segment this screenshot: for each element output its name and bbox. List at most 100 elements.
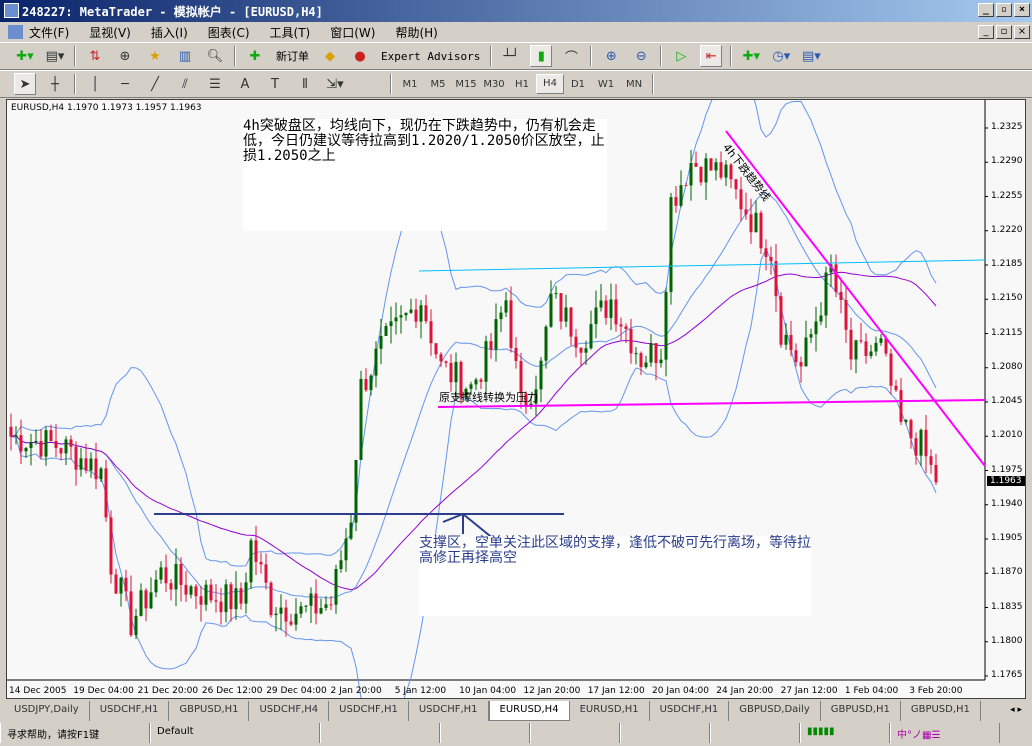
candle-body (74, 446, 78, 470)
chart-shift-icon[interactable]: ⇤ (700, 45, 723, 67)
bar-chart-icon[interactable]: ┴┘ (500, 45, 522, 67)
equidistant-channel-icon[interactable]: ⫽ (174, 73, 196, 95)
candle-body (904, 420, 908, 422)
candle-body (214, 600, 218, 602)
chart-tab[interactable]: USDCHF,H1 (650, 701, 730, 721)
expert-advisors-icon[interactable]: ● (349, 45, 371, 67)
menu-insert[interactable]: 插入(I) (151, 24, 188, 41)
warning-icon[interactable]: ◆ (319, 45, 341, 67)
line-chart-icon[interactable]: ⌒ (560, 45, 582, 67)
chart-window[interactable]: EURUSD,H4 1.1970 1.1973 1.1957 1.1963 4h… (6, 99, 1026, 699)
text-label-icon[interactable]: T (264, 73, 286, 95)
profiles-icon[interactable]: ▤▾ (44, 45, 66, 67)
candle-body (784, 334, 788, 345)
candle-body (724, 164, 728, 178)
zoom-out-icon[interactable]: ⊖ (630, 45, 652, 67)
menu-tools[interactable]: 工具(T) (270, 24, 311, 41)
price-tick: 1.2115 (991, 327, 1023, 338)
chart-tab[interactable]: USDJPY,Daily (4, 701, 90, 721)
candle-body (389, 321, 393, 327)
expert-advisors-button[interactable]: Expert Advisors (381, 50, 480, 63)
autoscroll-icon[interactable]: ▷ (670, 45, 692, 67)
chart-tab[interactable]: GBPUSD,H1 (821, 701, 901, 721)
candle-body (319, 607, 323, 614)
new-chart-icon[interactable]: ✚▾ (14, 45, 36, 67)
candle-body (764, 248, 768, 257)
chart-tab[interactable]: USDCHF,H1 (409, 701, 489, 721)
menu-charts[interactable]: 图表(C) (208, 24, 250, 41)
close-button[interactable]: × (1014, 3, 1030, 17)
crosshair-icon[interactable]: ┼ (44, 73, 66, 95)
candle-body (934, 464, 938, 483)
new-order-icon[interactable]: ✚ (244, 45, 266, 67)
chart-tab[interactable]: GBPUSD,H1 (169, 701, 250, 721)
candle-body (379, 335, 383, 349)
timeframe-h4[interactable]: H4 (536, 74, 564, 94)
strategy-tester-icon[interactable]: 🔍︎ (204, 45, 226, 67)
mdi-minimize-button[interactable]: _ (978, 25, 994, 39)
vertical-line-icon[interactable]: │ (84, 73, 106, 95)
templates-icon[interactable]: ▤▾ (800, 45, 822, 67)
tab-scroll-arrows[interactable]: ◂ ▸ (1010, 705, 1022, 715)
navigator-icon[interactable]: ★ (144, 45, 166, 67)
chart-tab[interactable]: EURUSD,H1 (570, 701, 650, 721)
candle-body (339, 560, 343, 569)
candle-body (914, 438, 918, 456)
candle-body (159, 567, 163, 580)
candle-body (584, 348, 588, 353)
chart-tab[interactable]: USDCHF,H1 (90, 701, 170, 721)
timeframe-m5[interactable]: M5 (424, 79, 452, 90)
data-window-icon[interactable]: ⊕ (114, 45, 136, 67)
menu-view[interactable]: 显视(V) (89, 24, 131, 41)
horizontal-line-icon[interactable]: ─ (114, 73, 136, 95)
timeframe-w1[interactable]: W1 (592, 79, 620, 90)
candle-body (919, 429, 923, 456)
candle-body (134, 615, 138, 636)
text-icon[interactable]: A (234, 73, 256, 95)
mdi-restore-button[interactable]: ▫ (996, 25, 1012, 39)
new-order-button[interactable]: 新订单 (276, 48, 309, 64)
chart-tab[interactable]: USDCHF,H1 (329, 701, 409, 721)
timeframe-d1[interactable]: D1 (564, 79, 592, 90)
candle-body (484, 341, 488, 382)
standard-toolbar: ✚▾ ▤▾ ⇅ ⊕ ★ ▥ 🔍︎ ✚ 新订单 ◆ ● Expert Adviso… (0, 42, 1032, 70)
timeframe-m30[interactable]: M30 (480, 79, 508, 90)
timeframe-h1[interactable]: H1 (508, 79, 536, 90)
fibonacci-icon[interactable]: ☰ (204, 73, 226, 95)
ime-icons[interactable]: 中°ノ▦☰ (890, 723, 1000, 743)
menu-window[interactable]: 窗口(W) (330, 24, 375, 41)
menu-file[interactable]: 文件(F) (29, 24, 69, 41)
terminal-icon[interactable]: ▥ (174, 45, 196, 67)
chart-tabs: USDJPY,Daily USDCHF,H1 GBPUSD,H1 USDCHF,H4 U… (4, 701, 1028, 721)
mdi-close-button[interactable]: × (1014, 25, 1030, 39)
timeframe-m15[interactable]: M15 (452, 79, 480, 90)
timeframe-m1[interactable]: M1 (396, 79, 424, 90)
date-tick: 10 Jan 04:00 (459, 686, 517, 696)
menu-help[interactable]: 帮助(H) (395, 24, 437, 41)
arrows-icon[interactable]: ⇲▾ (324, 73, 346, 95)
candle-body (719, 162, 723, 178)
date-tick: 19 Dec 04:00 (73, 686, 134, 696)
indicators-icon[interactable]: ✚▾ (740, 45, 762, 67)
candlestick-icon[interactable]: ▮ (530, 45, 553, 67)
timeframe-mn[interactable]: MN (620, 79, 648, 90)
market-watch-icon[interactable]: ⇅ (84, 45, 106, 67)
zoom-in-icon[interactable]: ⊕ (600, 45, 622, 67)
candle-body (264, 564, 268, 583)
periods-icon[interactable]: ◷▾ (770, 45, 792, 67)
chart-tab[interactable]: GBPUSD,H1 (901, 701, 981, 721)
minimize-button[interactable]: _ (978, 3, 994, 17)
chart-tab[interactable]: GBPUSD,Daily (729, 701, 821, 721)
candle-body (544, 326, 548, 361)
candle-body (539, 360, 543, 390)
cursor-icon[interactable]: ➤ (14, 73, 36, 95)
trendline-icon[interactable]: ╱ (144, 73, 166, 95)
candle-body (409, 309, 413, 313)
resistance-label: 原支撑线转换为压力 (439, 391, 538, 404)
candle-body (859, 340, 863, 342)
chart-tab[interactable]: USDCHF,H4 (249, 701, 330, 721)
maximize-button[interactable]: ▫ (996, 3, 1012, 17)
period-separators-icon[interactable]: ⦀ (294, 73, 316, 95)
chart-tab[interactable]: EURUSD,H4 (488, 701, 570, 721)
separator (730, 46, 733, 66)
